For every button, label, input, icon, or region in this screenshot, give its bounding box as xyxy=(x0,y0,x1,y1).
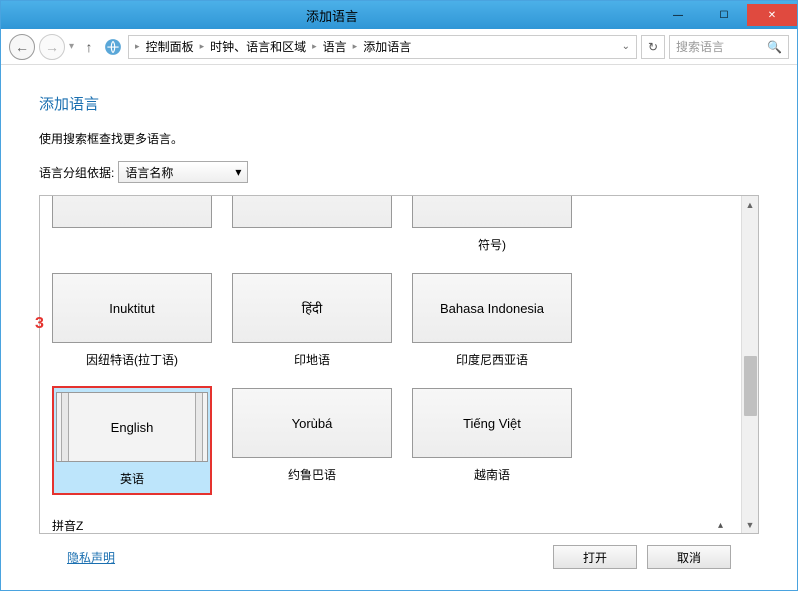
language-tile-label: 符号) xyxy=(478,236,506,253)
forward-button[interactable]: → xyxy=(39,34,65,60)
language-tile-label: 印度尼西亚语 xyxy=(456,351,528,368)
language-item: Yorùbá 约鲁巴语 xyxy=(232,388,392,495)
history-dropdown-icon[interactable]: ▾ xyxy=(69,41,74,52)
partial-row-top: 符号) xyxy=(52,196,729,253)
group-header[interactable]: 拼音Z ▴ xyxy=(52,517,729,533)
language-item: Inuktitut 因纽特语(拉丁语) xyxy=(52,273,212,368)
language-tile-label: 英语 xyxy=(56,470,208,487)
footer: 隐私声明 打开 取消 xyxy=(39,534,759,580)
location-icon xyxy=(104,38,122,56)
language-tile[interactable]: Bahasa Indonesia xyxy=(412,273,572,343)
language-tile[interactable]: Tiếng Việt xyxy=(412,388,572,458)
chevron-down-icon: ▾ xyxy=(235,165,241,179)
group-by-value: 语言名称 xyxy=(125,164,173,181)
list-viewport: 符号) Inuktitut 因纽特语(拉丁语) हिंदी 印地语 Bahasa… xyxy=(40,196,741,533)
language-tile[interactable] xyxy=(412,196,572,228)
back-button[interactable]: ← xyxy=(9,34,35,60)
group-header-label: 拼音Z xyxy=(52,517,83,533)
group-by-label: 语言分组依据: xyxy=(39,164,114,181)
language-item-selected: English 英语 xyxy=(52,386,212,495)
annotation-marker: 3 xyxy=(35,315,44,333)
open-button[interactable]: 打开 xyxy=(553,545,637,569)
cancel-button[interactable]: 取消 xyxy=(647,545,731,569)
chevron-icon: ▸ xyxy=(135,41,140,52)
breadcrumb-item[interactable]: 时钟、语言和区域 xyxy=(210,38,306,55)
up-button[interactable]: ↑ xyxy=(78,36,100,58)
language-tile-label: 印地语 xyxy=(294,351,330,368)
scroll-down-button[interactable]: ▼ xyxy=(742,516,758,533)
navbar: ← → ▾ ↑ ▸ 控制面板 ▸ 时钟、语言和区域 ▸ 语言 ▸ 添加语言 ⌄ … xyxy=(1,29,797,65)
scroll-thumb[interactable] xyxy=(744,356,757,416)
chevron-icon: ▸ xyxy=(200,41,205,52)
language-item: Bahasa Indonesia 印度尼西亚语 xyxy=(412,273,572,368)
breadcrumb-item[interactable]: 控制面板 xyxy=(146,38,194,55)
footer-buttons: 打开 取消 xyxy=(553,545,731,569)
chevron-icon: ▸ xyxy=(312,41,317,52)
collapse-icon: ▴ xyxy=(718,520,723,531)
breadcrumb-dropdown-icon[interactable]: ⌄ xyxy=(622,41,630,52)
language-tile[interactable]: Yorùbá xyxy=(232,388,392,458)
privacy-link[interactable]: 隐私声明 xyxy=(67,549,115,566)
language-item: हिंदी 印地语 xyxy=(232,273,392,368)
search-icon: 🔍 xyxy=(767,40,782,54)
language-list: 符号) Inuktitut 因纽特语(拉丁语) हिंदी 印地语 Bahasa… xyxy=(39,195,759,534)
page-subtext: 使用搜索框查找更多语言。 xyxy=(39,130,759,147)
minimize-button[interactable]: — xyxy=(655,4,701,26)
window: 添加语言 — ☐ ✕ ← → ▾ ↑ ▸ 控制面板 ▸ 时钟、语言和区域 ▸ 语… xyxy=(0,0,798,591)
chevron-icon: ▸ xyxy=(353,41,358,52)
language-tile[interactable]: Inuktitut xyxy=(52,273,212,343)
maximize-button[interactable]: ☐ xyxy=(701,4,747,26)
scroll-up-button[interactable]: ▲ xyxy=(742,196,758,213)
breadcrumb[interactable]: ▸ 控制面板 ▸ 时钟、语言和区域 ▸ 语言 ▸ 添加语言 ⌄ xyxy=(128,35,637,59)
language-row: Inuktitut 因纽特语(拉丁语) हिंदी 印地语 Bahasa Ind… xyxy=(52,273,729,368)
window-controls: — ☐ ✕ xyxy=(655,4,797,26)
language-tile[interactable] xyxy=(52,196,212,228)
titlebar: 添加语言 — ☐ ✕ xyxy=(1,1,797,29)
language-tile[interactable] xyxy=(232,196,392,228)
language-row: English 英语 Yorùbá 约鲁巴语 Tiếng Việt 越南语 xyxy=(52,388,729,495)
scrollbar[interactable]: ▲ ▼ xyxy=(741,196,758,533)
window-title: 添加语言 xyxy=(9,6,655,25)
breadcrumb-item[interactable]: 语言 xyxy=(323,38,347,55)
group-by-row: 语言分组依据: 语言名称 ▾ xyxy=(39,161,759,183)
page-title: 添加语言 xyxy=(39,93,759,114)
search-placeholder: 搜索语言 xyxy=(676,38,724,55)
language-tile-label: 约鲁巴语 xyxy=(288,466,336,483)
close-button[interactable]: ✕ xyxy=(747,4,797,26)
breadcrumb-item[interactable]: 添加语言 xyxy=(363,38,411,55)
language-item: Tiếng Việt 越南语 xyxy=(412,388,572,495)
language-tile[interactable]: English xyxy=(56,392,208,462)
language-tile[interactable]: हिंदी xyxy=(232,273,392,343)
search-input[interactable]: 搜索语言 🔍 xyxy=(669,35,789,59)
language-tile-label: 因纽特语(拉丁语) xyxy=(86,351,178,368)
group-by-select[interactable]: 语言名称 ▾ xyxy=(118,161,248,183)
language-tile-label: 越南语 xyxy=(474,466,510,483)
refresh-button[interactable]: ↻ xyxy=(641,35,665,59)
content-area: 添加语言 使用搜索框查找更多语言。 语言分组依据: 语言名称 ▾ 符号) xyxy=(1,65,797,590)
